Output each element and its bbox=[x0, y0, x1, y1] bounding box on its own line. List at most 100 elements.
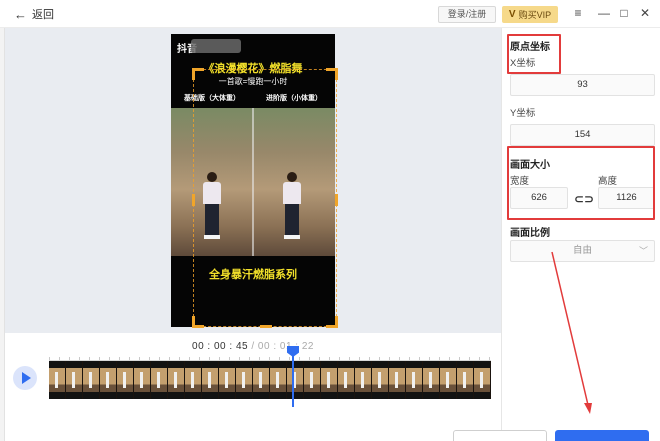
filmstrip-frame bbox=[406, 361, 423, 399]
primary-action-button[interactable]: ... bbox=[555, 430, 649, 441]
ruler-tick bbox=[339, 357, 340, 360]
ruler-tick bbox=[349, 357, 350, 360]
ruler-tick bbox=[169, 357, 170, 360]
ruler-tick bbox=[479, 357, 480, 360]
filmstrip[interactable] bbox=[49, 361, 491, 399]
ruler-tick bbox=[79, 357, 80, 360]
maximize-icon[interactable]: □ bbox=[616, 5, 632, 21]
filmstrip-frame bbox=[49, 361, 66, 399]
crop-handle-top-right[interactable] bbox=[326, 68, 338, 80]
crop-handle-bottom-left[interactable] bbox=[192, 316, 204, 328]
ruler-tick bbox=[469, 357, 470, 360]
filmstrip-frame bbox=[338, 361, 355, 399]
primary-action-label: ... bbox=[597, 434, 607, 441]
ruler-tick bbox=[459, 357, 460, 360]
filmstrip-frame bbox=[270, 361, 287, 399]
ruler-tick bbox=[249, 357, 250, 360]
preview-area: 抖音 《浪漫樱花》燃脂舞 一首歌=慢跑一小时 基础版（大体重） 进阶版（小体重）… bbox=[5, 28, 501, 333]
crop-handle-bottom[interactable] bbox=[260, 324, 272, 328]
back-label: 返回 bbox=[32, 9, 54, 21]
play-icon bbox=[22, 372, 31, 384]
filmstrip-frame bbox=[100, 361, 117, 399]
ruler-tick bbox=[279, 357, 280, 360]
ruler-tick bbox=[299, 357, 300, 360]
buy-vip-button[interactable]: V 购买VIP bbox=[502, 6, 558, 23]
ruler-tick bbox=[379, 357, 380, 360]
aspect-ratio-value: 自由 bbox=[572, 245, 592, 256]
filmstrip-frame bbox=[117, 361, 134, 399]
settings-panel: 原点坐标 X坐标 93 Y坐标 154 画面大小 宽度 高度 626 ⊂⊃ 11… bbox=[501, 28, 660, 441]
ruler-tick bbox=[359, 357, 360, 360]
crop-handle-bottom-right[interactable] bbox=[326, 316, 338, 328]
crop-handle-left[interactable] bbox=[192, 194, 196, 206]
crop-handle-right[interactable] bbox=[334, 194, 338, 206]
minimize-icon[interactable]: — bbox=[596, 5, 612, 21]
time-readout: 00 : 00 : 45 / 00 : 01 : 22 bbox=[5, 341, 501, 352]
filmstrip-frame bbox=[168, 361, 185, 399]
filmstrip-frame bbox=[219, 361, 236, 399]
current-time: 00 : 00 : 45 bbox=[192, 341, 249, 352]
filmstrip-frame bbox=[151, 361, 168, 399]
filmstrip-frame bbox=[440, 361, 457, 399]
ruler-tick bbox=[429, 357, 430, 360]
ruler-tick bbox=[209, 357, 210, 360]
ruler-tick bbox=[129, 357, 130, 360]
crop-handle-top-left[interactable] bbox=[192, 68, 204, 80]
ruler-tick bbox=[179, 357, 180, 360]
ruler-tick bbox=[159, 357, 160, 360]
ruler-tick bbox=[409, 357, 410, 360]
ruler-tick bbox=[489, 357, 490, 360]
ruler-tick bbox=[319, 357, 320, 360]
filmstrip-frame bbox=[134, 361, 151, 399]
y-coordinate-input[interactable]: 154 bbox=[510, 124, 655, 146]
ruler-tick bbox=[449, 357, 450, 360]
ruler-tick bbox=[269, 357, 270, 360]
ruler-tick bbox=[109, 357, 110, 360]
chevron-down-icon: ﹀ bbox=[638, 246, 648, 256]
ruler-tick bbox=[69, 357, 70, 360]
y-label: Y坐标 bbox=[510, 108, 536, 119]
ruler-tick bbox=[59, 357, 60, 360]
ruler-tick bbox=[89, 357, 90, 360]
filmstrip-frame bbox=[83, 361, 100, 399]
ruler-tick bbox=[399, 357, 400, 360]
filmstrip-frame bbox=[287, 361, 304, 399]
close-icon[interactable]: ✕ bbox=[637, 5, 653, 21]
filmstrip-frame bbox=[185, 361, 202, 399]
menu-icon[interactable]: ≡ bbox=[570, 5, 586, 21]
arrow-left-icon: ← bbox=[14, 6, 27, 22]
filmstrip-frame bbox=[474, 361, 491, 399]
ruler-tick bbox=[439, 357, 440, 360]
playhead[interactable] bbox=[292, 347, 294, 407]
secondary-action-button[interactable]: ... bbox=[453, 430, 547, 441]
timeline: 00 : 00 : 45 / 00 : 01 : 22 bbox=[5, 333, 501, 433]
back-button[interactable]: ← 返回 bbox=[14, 6, 54, 22]
ruler-tick bbox=[389, 357, 390, 360]
filmstrip-frame bbox=[236, 361, 253, 399]
crop-frame[interactable] bbox=[192, 68, 338, 328]
aspect-ratio-select[interactable]: 自由 ﹀ bbox=[510, 240, 655, 262]
filmstrip-frame bbox=[66, 361, 83, 399]
ruler-tick bbox=[369, 357, 370, 360]
filmstrip-frame bbox=[321, 361, 338, 399]
annotation-size-highlight bbox=[507, 146, 655, 220]
ruler-tick bbox=[239, 357, 240, 360]
ruler-tick bbox=[149, 357, 150, 360]
filmstrip-frame bbox=[389, 361, 406, 399]
x-coordinate-input[interactable]: 93 bbox=[510, 74, 655, 96]
ruler-tick bbox=[289, 357, 290, 360]
ruler-tick bbox=[139, 357, 140, 360]
title-bar: ← 返回 登录/注册 V 购买VIP ≡ — □ ✕ bbox=[0, 0, 660, 28]
filmstrip-frame bbox=[355, 361, 372, 399]
play-button[interactable] bbox=[13, 366, 37, 390]
filmstrip-frame bbox=[304, 361, 321, 399]
ruler-tick bbox=[49, 357, 50, 360]
login-register-button[interactable]: 登录/注册 bbox=[438, 6, 496, 23]
filmstrip-frame bbox=[202, 361, 219, 399]
ruler-tick bbox=[229, 357, 230, 360]
ruler-tick bbox=[99, 357, 100, 360]
ruler-tick bbox=[259, 357, 260, 360]
secondary-action-label: ... bbox=[495, 434, 505, 441]
ruler-tick bbox=[199, 357, 200, 360]
blurred-username bbox=[191, 39, 241, 53]
